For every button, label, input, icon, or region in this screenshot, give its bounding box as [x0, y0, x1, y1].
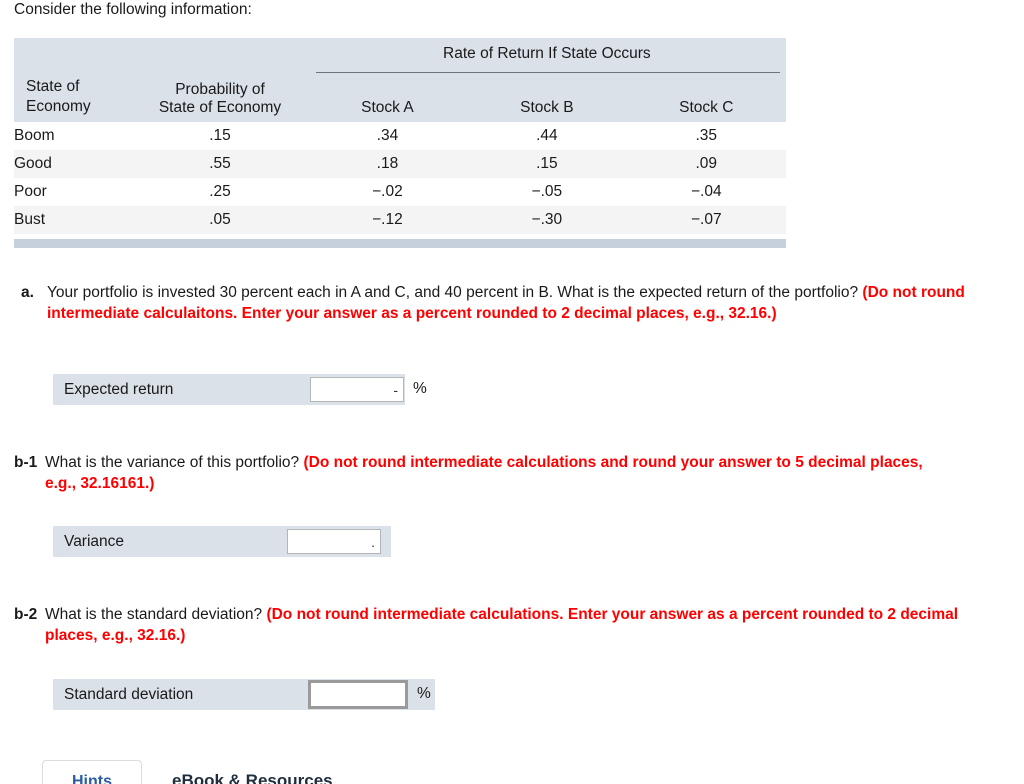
span-header-rule: [315, 72, 780, 73]
expected-return-row: Expected return %: [53, 374, 427, 405]
information-table: Rate of Return If State Occurs State of …: [14, 38, 786, 248]
question-b2: b-2 What is the standard deviation? (Do …: [14, 604, 1004, 646]
standard-deviation-row: Standard deviation %: [53, 679, 435, 710]
variance-row: Variance: [53, 526, 391, 557]
cell-probability: .05: [132, 206, 308, 234]
table-row: Boom .15 .34 .44 .35: [14, 122, 786, 150]
question-b2-marker: b-2: [14, 606, 38, 623]
cell-stock-c: .09: [626, 150, 786, 178]
standard-deviation-unit: %: [417, 685, 431, 702]
span-header-label: Rate of Return If State Occurs: [443, 45, 651, 62]
column-header-stock-a: Stock A: [361, 99, 414, 116]
span-header-spacer-2: [132, 38, 307, 75]
column-header-prob-line1: Probability of: [175, 81, 265, 98]
question-a-marker: a.: [21, 284, 34, 301]
table-row: Poor .25 −.02 −.05 −.04: [14, 178, 786, 206]
column-header-stock-b: Stock B: [520, 99, 574, 116]
cell-probability: .25: [132, 178, 308, 206]
bottom-toolbar: Hints eBook & Resources: [0, 760, 1024, 784]
question-b1-text: What is the variance of this portfolio? …: [45, 452, 950, 494]
cell-stock-a: .34: [307, 122, 468, 150]
cell-state: Boom: [14, 122, 133, 150]
question-a: a. Your portfolio is invested 30 percent…: [14, 282, 1004, 324]
table-span-header-row: Rate of Return If State Occurs: [14, 38, 786, 75]
variance-input[interactable]: [287, 529, 381, 554]
table-row: Bust .05 −.12 −.30 −.07: [14, 206, 786, 234]
question-b2-text: What is the standard deviation? (Do not …: [45, 604, 980, 646]
cell-stock-b: −.05: [467, 178, 627, 206]
column-header-probability: Probability of State of Economy: [132, 75, 307, 122]
cell-probability: .55: [132, 150, 308, 178]
expected-return-input[interactable]: [310, 377, 404, 402]
column-header-state-line2: Economy: [26, 98, 91, 115]
question-b1-plain: What is the variance of this portfolio?: [45, 454, 304, 471]
question-a-text: Your portfolio is invested 30 percent ea…: [47, 282, 987, 324]
question-b1-marker: b-1: [14, 454, 38, 471]
span-header-spacer-1: [14, 38, 132, 75]
table-row: Good .55 .18 .15 .09: [14, 150, 786, 178]
cell-stock-b: .15: [467, 150, 627, 178]
ebook-resources-link[interactable]: eBook & Resources: [172, 760, 333, 784]
returns-table: Rate of Return If State Occurs State of …: [14, 38, 786, 234]
question-b1: b-1 What is the variance of this portfol…: [14, 452, 1004, 494]
cell-stock-a: −.12: [307, 206, 468, 234]
table-footer-bar: [14, 239, 786, 248]
cell-state: Poor: [14, 178, 133, 206]
question-a-plain: Your portfolio is invested 30 percent ea…: [47, 284, 863, 301]
cell-stock-b: .44: [467, 122, 627, 150]
cell-stock-a: .18: [307, 150, 468, 178]
cell-stock-a: −.02: [307, 178, 468, 206]
cell-stock-c: −.07: [626, 206, 786, 234]
cell-state: Good: [14, 150, 133, 178]
question-b2-plain: What is the standard deviation?: [45, 606, 267, 623]
cell-stock-c: −.04: [626, 178, 786, 206]
table-body: Boom .15 .34 .44 .35 Good .55 .18 .15 .0…: [14, 122, 786, 234]
cell-probability: .15: [132, 122, 308, 150]
span-header-rate-of-return: Rate of Return If State Occurs: [308, 38, 786, 75]
intro-text: Consider the following information:: [14, 1, 252, 18]
standard-deviation-input[interactable]: [308, 680, 408, 709]
table-column-header-row: State of Economy Probability of State of…: [14, 75, 786, 122]
hints-button[interactable]: Hints: [42, 760, 142, 784]
expected-return-unit: %: [413, 380, 427, 397]
cell-state: Bust: [14, 206, 133, 234]
table-head: Rate of Return If State Occurs State of …: [14, 38, 786, 122]
cell-stock-b: −.30: [467, 206, 627, 234]
column-header-state-of-economy: State of Economy: [14, 75, 132, 122]
column-header-state-line1: State of: [26, 78, 80, 95]
variance-label: Variance: [64, 532, 125, 550]
cell-stock-c: .35: [626, 122, 786, 150]
column-header-stock-c: Stock C: [679, 99, 734, 116]
column-header-prob-line2: State of Economy: [158, 99, 282, 116]
expected-return-label: Expected return: [64, 380, 174, 398]
standard-deviation-label: Standard deviation: [64, 685, 194, 703]
